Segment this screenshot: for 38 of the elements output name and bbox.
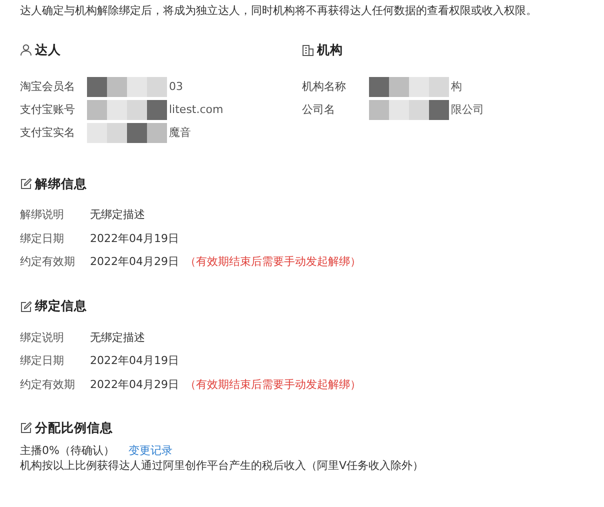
field-label: 绑定说明	[20, 330, 65, 345]
field-label: 支付宝实名	[20, 125, 76, 140]
warning-note: （有效期结束后需要手动发起解绑）	[185, 254, 361, 270]
section-title: 分配比例信息	[35, 420, 113, 436]
field-value: 2022年04月19日	[90, 353, 179, 368]
section-title: 机构	[317, 42, 343, 58]
building-icon	[302, 44, 314, 56]
field-label: 解绑说明	[20, 207, 65, 222]
share-ratio: 主播0%（待确认）	[20, 442, 114, 458]
field-value: 无绑定描述	[90, 207, 145, 222]
field-value: 构	[451, 79, 462, 94]
field-label: 公司名	[302, 102, 336, 117]
field-value: 2022年04月19日	[90, 230, 179, 246]
field-value: 限公司	[451, 102, 484, 117]
field-value: 2022年04月29日	[90, 376, 179, 392]
section-title: 解绑信息	[35, 176, 87, 192]
field-label: 机构名称	[302, 79, 347, 94]
field-value: 魔音	[169, 125, 191, 140]
field-label: 淘宝会员名	[20, 79, 76, 94]
edit-icon	[20, 422, 32, 434]
field-value: 无绑定描述	[90, 330, 145, 345]
field-value: 2022年04月29日	[90, 254, 179, 270]
section-title: 绑定信息	[35, 298, 87, 315]
field-label: 绑定日期	[20, 353, 65, 368]
field-label: 约定有效期	[20, 376, 76, 392]
section-title: 达人	[35, 42, 61, 58]
field-value: 03	[169, 80, 183, 93]
share-description: 机构按以上比例获得达人通过阿里创作平台产生的税后收入（阿里V任务收入除外）	[20, 458, 425, 474]
field-label: 约定有效期	[20, 254, 76, 270]
field-label: 支付宝账号	[20, 102, 76, 117]
edit-icon	[20, 178, 32, 190]
notice-text: 达人确定与机构解除绑定后，将成为独立达人，同时机构将不再获得达人任何数据的查看权限或收入权限。	[20, 3, 538, 19]
edit-icon	[20, 300, 32, 312]
field-value: litest.com	[169, 103, 224, 116]
field-label: 绑定日期	[20, 230, 65, 246]
warning-note: （有效期结束后需要手动发起解绑）	[185, 376, 361, 392]
change-log-link[interactable]: 变更记录	[128, 442, 172, 458]
person-icon	[20, 44, 32, 56]
